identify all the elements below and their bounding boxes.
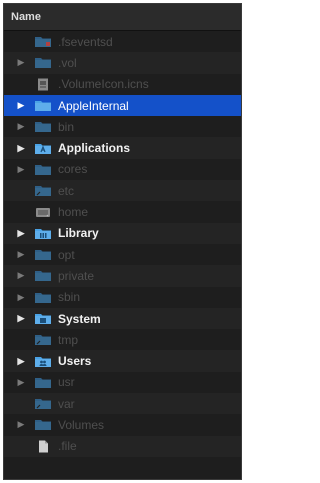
list-item[interactable]: ▶ opt bbox=[4, 244, 241, 265]
name-column-header[interactable]: Name bbox=[4, 4, 241, 31]
list-item[interactable]: ▶ Library bbox=[4, 222, 241, 244]
list-item[interactable]: ▶tmp bbox=[4, 329, 241, 350]
list-item[interactable]: ▶ Volumes bbox=[4, 414, 241, 435]
disclosure-triangle-icon[interactable]: ▶ bbox=[14, 143, 28, 154]
disclosure-triangle-icon[interactable]: ▶ bbox=[14, 270, 28, 281]
item-label: opt bbox=[58, 247, 75, 262]
folder-icon bbox=[34, 120, 52, 133]
list-item[interactable]: ▶ AppleInternal bbox=[4, 94, 241, 117]
folder-icon bbox=[34, 418, 52, 431]
item-label: AppleInternal bbox=[58, 98, 129, 113]
item-label: home bbox=[58, 205, 89, 220]
item-label: .file bbox=[58, 439, 77, 454]
folder-icon bbox=[34, 291, 52, 304]
disclosure-triangle-icon[interactable]: ▶ bbox=[14, 121, 28, 132]
list-item[interactable]: ▶ private bbox=[4, 265, 241, 287]
item-label: .vol bbox=[58, 55, 77, 70]
home-drive-icon bbox=[34, 206, 52, 219]
list-item[interactable]: ▶ System bbox=[4, 307, 241, 330]
list-item[interactable]: ▶ cores bbox=[4, 159, 241, 180]
folder-icon bbox=[34, 269, 52, 282]
disclosure-triangle-icon[interactable]: ▶ bbox=[14, 57, 28, 68]
icns-file-icon bbox=[34, 78, 52, 91]
disclosure-triangle-icon[interactable]: ▶ bbox=[14, 249, 28, 260]
applications-folder-icon bbox=[34, 142, 52, 155]
item-label: .VolumeIcon.icns bbox=[58, 77, 149, 92]
disclosure-triangle-icon[interactable]: ▶ bbox=[14, 356, 28, 367]
list-item[interactable]: ▶ sbin bbox=[4, 287, 241, 308]
disclosure-triangle-icon[interactable]: ▶ bbox=[14, 313, 28, 324]
disclosure-triangle-icon[interactable]: ▶ bbox=[14, 164, 28, 175]
disclosure-triangle-icon[interactable]: ▶ bbox=[14, 100, 28, 111]
alias-folder-icon bbox=[34, 333, 52, 346]
disclosure-triangle-icon[interactable]: ▶ bbox=[14, 377, 28, 388]
item-label: var bbox=[58, 396, 75, 411]
folder-icon bbox=[34, 163, 52, 176]
alias-folder-icon bbox=[34, 184, 52, 197]
list-item[interactable]: ▶ Applications bbox=[4, 137, 241, 159]
alias-folder-icon bbox=[34, 397, 52, 410]
system-folder-icon bbox=[34, 312, 52, 325]
finder-list-view: Name ▶.fseventsd▶.vol▶.VolumeIcon.icns▶A… bbox=[3, 3, 242, 480]
item-label: etc bbox=[58, 183, 75, 198]
item-label: bin bbox=[58, 119, 75, 134]
disclosure-triangle-icon[interactable]: ▶ bbox=[14, 228, 28, 239]
list-item[interactable]: ▶ bin bbox=[4, 116, 241, 137]
item-label: Users bbox=[58, 354, 92, 369]
item-label: private bbox=[58, 268, 95, 283]
item-label: System bbox=[58, 311, 101, 326]
item-label: Volumes bbox=[58, 417, 105, 432]
item-label: usr bbox=[58, 375, 75, 390]
document-icon bbox=[34, 440, 52, 453]
list-item[interactable]: ▶home bbox=[4, 201, 241, 222]
folder-icon bbox=[34, 248, 52, 261]
item-label: tmp bbox=[58, 332, 79, 347]
folder-icon bbox=[34, 99, 52, 112]
file-list: ▶.fseventsd▶.vol▶.VolumeIcon.icns▶AppleI… bbox=[4, 31, 241, 457]
list-item[interactable]: ▶ usr bbox=[4, 372, 241, 393]
list-item[interactable]: ▶.VolumeIcon.icns bbox=[4, 74, 241, 95]
item-label: sbin bbox=[58, 290, 81, 305]
list-item[interactable]: ▶.fseventsd bbox=[4, 31, 241, 52]
folder-icon bbox=[34, 56, 52, 69]
list-item[interactable]: ▶var bbox=[4, 393, 241, 415]
disclosure-triangle-icon[interactable]: ▶ bbox=[14, 292, 28, 303]
item-label: Applications bbox=[58, 141, 131, 156]
library-folder-icon bbox=[34, 227, 52, 240]
list-item[interactable]: ▶ .vol bbox=[4, 52, 241, 74]
list-item[interactable]: ▶etc bbox=[4, 180, 241, 202]
disclosure-triangle-icon[interactable]: ▶ bbox=[14, 419, 28, 430]
list-item[interactable]: ▶.file bbox=[4, 435, 241, 457]
item-label: .fseventsd bbox=[58, 34, 113, 49]
item-label: cores bbox=[58, 162, 88, 177]
item-label: Library bbox=[58, 226, 99, 241]
users-folder-icon bbox=[34, 355, 52, 368]
folder-icon bbox=[34, 376, 52, 389]
folder-icon-locked bbox=[34, 35, 52, 48]
list-item[interactable]: ▶ Users bbox=[4, 350, 241, 372]
